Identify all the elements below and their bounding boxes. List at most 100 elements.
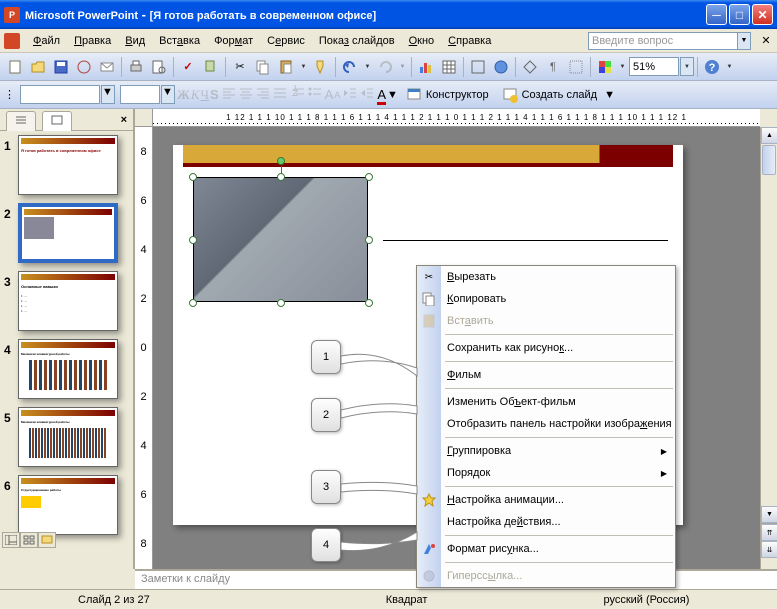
redo-icon[interactable] [374,56,396,78]
menu-slideshow[interactable]: Показ слайдов [312,32,402,50]
menu-view[interactable]: Вид [118,32,152,50]
menu-tools[interactable]: Сервис [260,32,312,50]
paste-dropdown[interactable]: ▼ [298,64,309,70]
print-icon[interactable] [125,56,147,78]
design-button[interactable]: Конструктор [400,84,495,106]
numbering-icon[interactable]: 12 [290,85,306,104]
prev-slide-button[interactable]: ⇈ [761,524,777,541]
ctx-cut[interactable]: ✂Вырезать [417,266,675,288]
minimize-button[interactable]: ─ [706,4,727,25]
menu-file[interactable]: Файл [26,32,67,50]
email-icon[interactable] [96,56,118,78]
close-button[interactable]: ✕ [752,4,773,25]
save-icon[interactable] [50,56,72,78]
distribute-icon[interactable] [272,85,288,104]
scroll-up-button[interactable]: ▲ [761,127,777,144]
underline-icon[interactable]: Ч [201,87,209,103]
align-right-icon[interactable] [255,85,271,104]
thumbnail-2[interactable]: 2 [4,203,129,263]
chart-icon[interactable] [415,56,437,78]
handle-e[interactable] [365,236,373,244]
ctx-order[interactable]: Порядок▶ [417,462,675,484]
font-color-icon[interactable]: A [377,87,386,102]
ctx-action-settings[interactable]: Настройка действия... [417,511,675,533]
increase-font-icon[interactable]: A [325,87,334,102]
toolbar2-options[interactable]: ▼ [604,89,615,101]
menu-insert[interactable]: Вставка [152,32,207,50]
research-icon[interactable] [200,56,222,78]
rotate-handle[interactable] [277,157,285,165]
selected-picture[interactable] [193,177,368,302]
ctx-movie[interactable]: Фильм [417,364,675,386]
toolbar-options[interactable]: ▼ [724,64,735,70]
italic-icon[interactable]: К [191,87,200,103]
ctx-format-picture[interactable]: Формат рисунка... [417,538,675,560]
preview-icon[interactable] [148,56,170,78]
menu-help[interactable]: Справка [441,32,498,50]
undo-dropdown[interactable]: ▼ [362,64,373,70]
slideshow-view-button[interactable] [38,532,56,548]
color-dropdown[interactable]: ▼ [617,64,628,70]
slides-tab[interactable] [42,111,72,131]
paste-icon[interactable] [275,56,297,78]
increase-indent-icon[interactable] [359,85,375,104]
open-icon[interactable] [27,56,49,78]
maximize-button[interactable]: □ [729,4,750,25]
ask-dropdown[interactable]: ▼ [738,32,751,50]
scroll-down-button[interactable]: ▼ [761,506,777,523]
scroll-thumb[interactable] [762,145,776,175]
shadow-icon[interactable]: S [210,87,219,102]
menu-window[interactable]: Окно [402,32,442,50]
toolbar2-handle[interactable]: ⋮ [4,88,15,101]
table-icon[interactable] [438,56,460,78]
thumbnail-6[interactable]: 6Структурирование работы [4,475,129,535]
ctx-grouping[interactable]: Группировка▶ [417,440,675,462]
copy-icon[interactable] [252,56,274,78]
help-icon[interactable]: ? [701,56,723,78]
thumbnail-strip[interactable]: 1Я готов работать в современном офисе 2 … [0,131,133,569]
align-left-icon[interactable] [221,85,237,104]
outline-tab[interactable] [6,111,36,131]
next-slide-button[interactable]: ⇊ [761,541,777,558]
new-slide-button[interactable]: Создать слайд [496,84,603,106]
font-color-dropdown[interactable]: ▼ [387,89,398,101]
expand-icon[interactable] [519,56,541,78]
panel-close-button[interactable]: × [121,114,127,126]
handle-nw[interactable] [189,173,197,181]
handle-sw[interactable] [189,299,197,307]
font-name-box[interactable] [20,85,100,104]
format-painter-icon[interactable] [310,56,332,78]
decrease-indent-icon[interactable] [342,85,358,104]
menu-format[interactable]: Формат [207,32,260,50]
thumbnail-5[interactable]: 5Механизм клавиатурной работы [4,407,129,467]
font-name-dropdown[interactable]: ▼ [101,85,115,104]
new-icon[interactable] [4,56,26,78]
ctx-save-as-picture[interactable]: Сохранить как рисунок... [417,337,675,359]
decrease-font-icon[interactable]: A [334,89,340,101]
handle-se[interactable] [365,299,373,307]
bullets-icon[interactable] [307,85,323,104]
bold-icon[interactable]: Ж [177,87,190,103]
thumbnail-3[interactable]: 3Основные навыки• ...• ...• ...• ... [4,271,129,331]
menu-edit[interactable]: Правка [67,32,118,50]
spelling-icon[interactable]: ✓ [177,56,199,78]
permission-icon[interactable] [73,56,95,78]
ctx-copy[interactable]: Копировать [417,288,675,310]
cut-icon[interactable]: ✂ [229,56,251,78]
zoom-box[interactable]: 51% [629,57,679,76]
ctx-change-object[interactable]: Изменить Объект-фильм [417,391,675,413]
font-size-dropdown[interactable]: ▼ [161,85,175,104]
document-close-button[interactable]: ✕ [759,34,773,48]
grid-icon[interactable] [565,56,587,78]
zoom-dropdown[interactable]: ▼ [680,57,694,76]
tables-borders-icon[interactable] [467,56,489,78]
handle-s[interactable] [277,299,285,307]
handle-n[interactable] [277,173,285,181]
sorter-view-button[interactable] [20,532,38,548]
ctx-show-picture-toolbar[interactable]: Отобразить панель настройки изображения [417,413,675,435]
ask-question-box[interactable]: Введите вопрос [588,32,738,50]
thumbnail-4[interactable]: 4Механизм клавиатурной работы [4,339,129,399]
color-icon[interactable] [594,56,616,78]
handle-ne[interactable] [365,173,373,181]
show-formatting-icon[interactable]: ¶ [542,56,564,78]
